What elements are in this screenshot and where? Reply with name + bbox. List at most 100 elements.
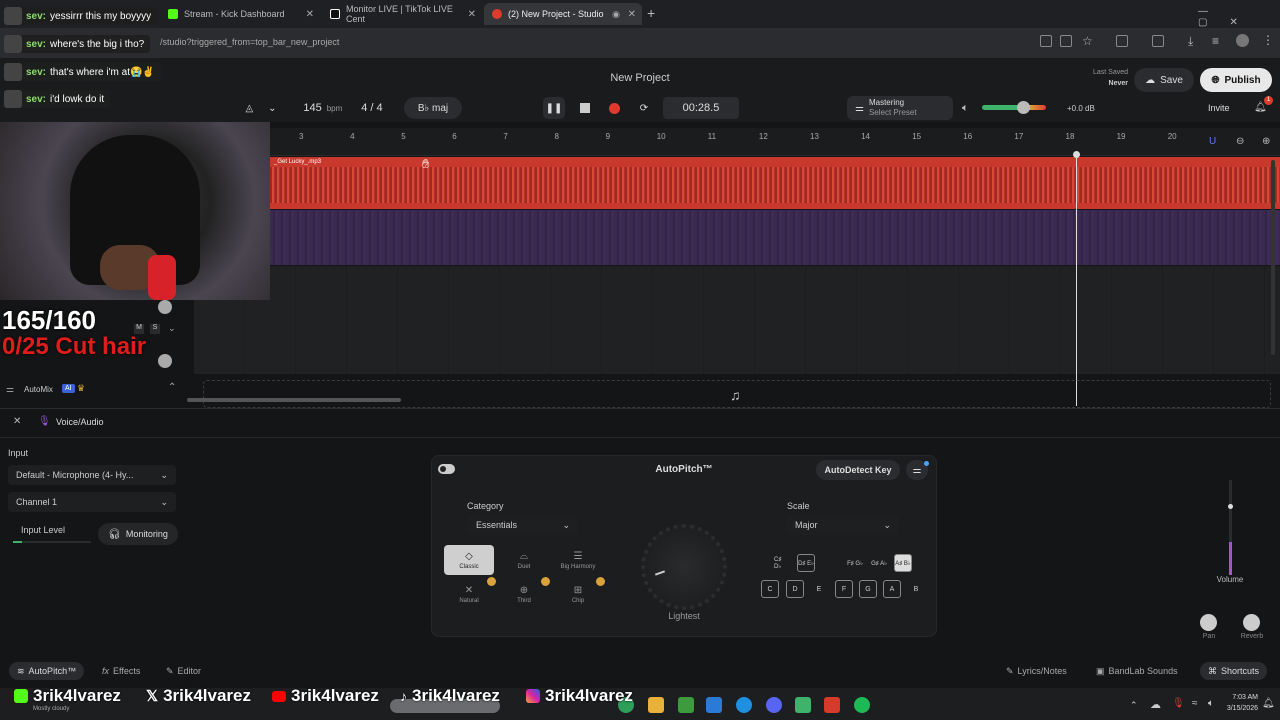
autopitch-toggle[interactable] xyxy=(438,464,455,474)
tab-effects[interactable]: fx Effects xyxy=(94,662,148,680)
track-name[interactable]: Voice/Audio xyxy=(56,417,104,427)
key-g[interactable]: G xyxy=(859,580,877,598)
volume-fader-track[interactable] xyxy=(1229,480,1232,575)
tempo-signature[interactable]: 145 bpm 4 / 4 xyxy=(288,97,398,119)
record-button[interactable] xyxy=(603,97,625,119)
key-d[interactable]: D xyxy=(786,580,804,598)
clock-time[interactable]: 7:03 AM xyxy=(1224,694,1258,701)
preset-classic[interactable]: ◇ Classic xyxy=(444,545,494,575)
autodetect-key-button[interactable]: AutoDetect Key xyxy=(816,460,900,480)
loop-button[interactable]: ⟳ xyxy=(633,97,655,119)
spotify-icon[interactable] xyxy=(854,697,870,713)
invite-button[interactable]: Invite xyxy=(1208,103,1230,113)
playhead[interactable] xyxy=(1076,152,1077,406)
edge-icon[interactable] xyxy=(736,697,752,713)
metronome-button[interactable]: ◬ ⌄ xyxy=(237,97,285,119)
tab-lyrics[interactable]: ✎ Lyrics/Notes xyxy=(998,662,1075,680)
more-icon[interactable]: ⋮ xyxy=(1262,33,1274,47)
timeline-ruler[interactable] xyxy=(270,128,1280,156)
key-e[interactable]: E xyxy=(810,580,828,598)
snap-magnet-icon[interactable]: U xyxy=(1209,136,1216,147)
channel-select[interactable]: Channel 1 ⌄ xyxy=(8,492,176,512)
time-signature[interactable]: 4 / 4 xyxy=(361,102,382,114)
master-volume-handle[interactable] xyxy=(1017,101,1030,114)
pause-button[interactable]: ❚❚ xyxy=(543,97,565,119)
chevron-down-icon[interactable]: ⌄ xyxy=(168,323,176,334)
pan-knob-track[interactable] xyxy=(158,300,172,314)
monitoring-button[interactable]: 🎧︎ Monitoring xyxy=(98,523,178,545)
mastering-button[interactable]: ⚌ Mastering Select Preset xyxy=(847,96,953,120)
volume-icon[interactable]: 🔈︎ xyxy=(1208,698,1214,709)
chevron-up-icon[interactable]: ⌃ xyxy=(168,382,176,393)
key-b[interactable]: B xyxy=(907,580,925,598)
tab-shortcuts[interactable]: ⌘ Shortcuts xyxy=(1200,662,1268,680)
new-tab-button[interactable]: + xyxy=(647,5,655,21)
horizontal-scrollbar[interactable] xyxy=(187,398,401,402)
preset-duet[interactable]: ⌓ Duet xyxy=(499,545,549,575)
zoom-out-icon[interactable]: ⊖ xyxy=(1236,136,1244,147)
category-select[interactable]: Essentials ⌄ xyxy=(468,515,578,535)
tab-editor[interactable]: ✎ Editor xyxy=(158,662,209,680)
preset-big-harmony[interactable]: ☰ Big Harmony xyxy=(553,545,603,575)
save-button[interactable]: ☁︎ Save xyxy=(1134,68,1194,92)
key-f[interactable]: F xyxy=(835,580,853,598)
pan-knob[interactable] xyxy=(1200,614,1217,631)
key-button[interactable]: B♭ maj xyxy=(404,97,462,119)
vertical-scrollbar[interactable] xyxy=(1271,160,1275,355)
tab-bandlab-sounds[interactable]: ▣ BandLab Sounds xyxy=(1088,662,1186,680)
scale-select[interactable]: Major ⌄ xyxy=(787,515,899,535)
key-g-sharp[interactable]: G♯ A♭ xyxy=(870,554,888,572)
browser-tab-kick[interactable]: Stream - Kick Dashboard ✕ xyxy=(160,3,320,25)
split-screen-icon[interactable] xyxy=(1152,35,1164,47)
chevron-up-icon[interactable]: ⌃ xyxy=(1130,700,1138,711)
key-c[interactable]: C xyxy=(761,580,779,598)
window-controls[interactable]: —▢✕ xyxy=(1198,6,1280,28)
add-music-note-icon[interactable]: ♫ xyxy=(730,387,741,403)
key-a-sharp[interactable]: A♯ B♭ xyxy=(894,554,912,572)
close-icon[interactable]: ✕ xyxy=(628,9,636,20)
url-field[interactable]: /studio?triggered_from=top_bar_new_proje… xyxy=(160,37,339,47)
input-device-select[interactable]: Default - Microphone (4- Hy... ⌄ xyxy=(8,465,176,485)
browser-tab-studio[interactable]: (2) New Project - Studio ◉ ✕ xyxy=(484,3,642,25)
discord-icon[interactable] xyxy=(766,697,782,713)
reading-mode-icon[interactable] xyxy=(1040,35,1052,47)
notification-icon[interactable]: 🔔︎ xyxy=(1262,698,1275,709)
star-icon[interactable]: ☆ xyxy=(1082,34,1093,48)
mic-tray-icon[interactable]: 🎙︎ xyxy=(1172,698,1185,709)
key-c-sharp[interactable]: C♯ D♭ xyxy=(773,554,791,572)
close-icon[interactable]: ✕ xyxy=(468,9,476,20)
publish-button[interactable]: 🌐︎ Publish xyxy=(1200,68,1272,92)
folder-icon[interactable] xyxy=(648,697,664,713)
app-icon[interactable] xyxy=(795,697,811,713)
key-f-sharp[interactable]: F♯ G♭ xyxy=(846,554,864,572)
automix-label[interactable]: AutoMix xyxy=(24,385,53,394)
audio-clip-purple[interactable] xyxy=(270,210,1280,265)
voice-track-lane[interactable] xyxy=(194,266,1280,374)
stop-button[interactable] xyxy=(574,97,596,119)
speaker-icon[interactable]: 🔈︎ xyxy=(962,102,969,115)
zoom-in-icon[interactable]: ⊕ xyxy=(1262,136,1270,147)
volume-fader-handle[interactable] xyxy=(1228,504,1233,509)
tab-autopitch[interactable]: ≋ AutoPitch™ xyxy=(9,662,85,680)
clock-date[interactable]: 3/15/2026 xyxy=(1222,705,1258,712)
key-a[interactable]: A xyxy=(883,580,901,598)
master-volume-slider[interactable] xyxy=(982,105,1046,110)
close-icon[interactable]: ✕ xyxy=(13,416,21,427)
close-icon[interactable]: ✕ xyxy=(306,9,314,20)
key-d-sharp[interactable]: D♯ E♭ xyxy=(797,554,815,572)
solo-button[interactable]: S xyxy=(150,324,160,334)
install-icon[interactable] xyxy=(1060,35,1072,47)
bpm-value[interactable]: 145 xyxy=(303,102,321,114)
menu-lines-icon[interactable]: ≡ xyxy=(1212,34,1219,48)
browser-tab-tiktok[interactable]: Monitor LIVE | TikTok LIVE Cent ✕ xyxy=(322,3,482,25)
download-icon[interactable]: ⤓ xyxy=(1188,34,1193,49)
cloud-icon[interactable]: ☁︎ xyxy=(1150,698,1161,711)
profile-avatar[interactable] xyxy=(1236,34,1249,47)
amount-knob[interactable] xyxy=(641,524,727,610)
wifi-icon[interactable]: ≈ xyxy=(1192,698,1198,709)
tiktok-studio-icon[interactable] xyxy=(824,697,840,713)
minecraft-icon[interactable] xyxy=(678,697,694,713)
store-icon[interactable] xyxy=(706,697,722,713)
extensions-icon[interactable] xyxy=(1116,35,1128,47)
volume-knob-track[interactable] xyxy=(158,354,172,368)
